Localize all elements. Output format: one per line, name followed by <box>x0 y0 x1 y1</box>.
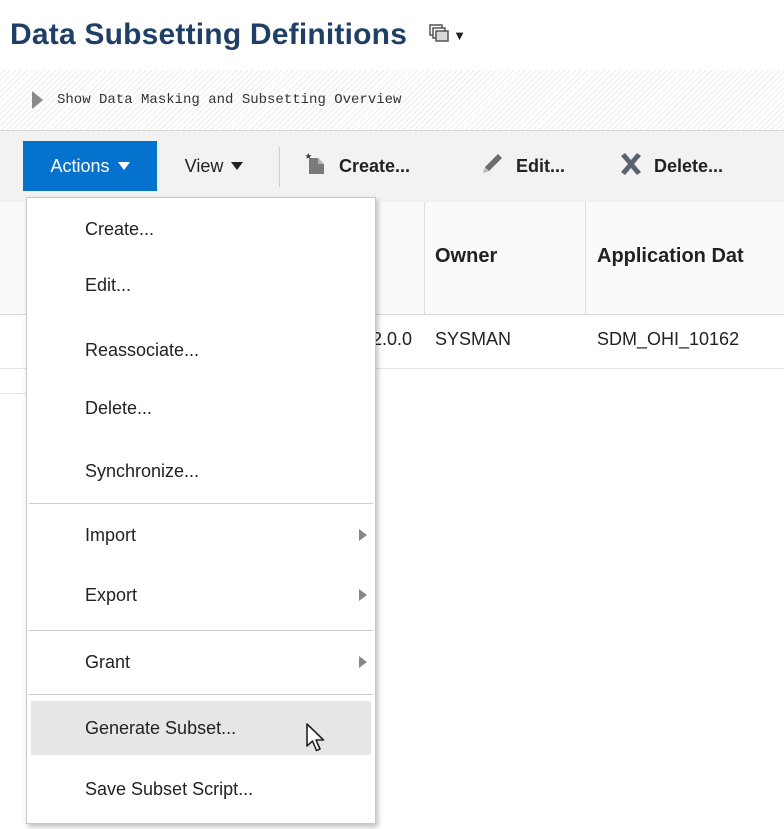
chevron-down-icon: ▼ <box>453 27 466 43</box>
actions-menu-button[interactable]: Actions <box>23 141 157 191</box>
column-divider <box>424 202 425 314</box>
submenu-arrow-icon <box>359 589 367 601</box>
page-header: Data Subsetting Definitions ▼ <box>10 10 466 60</box>
menu-item-create[interactable]: Create... <box>27 204 375 254</box>
create-icon <box>305 152 329 181</box>
owner-cell: SYSMAN <box>435 329 512 349</box>
menu-item-grant[interactable]: Grant <box>27 637 375 687</box>
delete-button[interactable]: Delete... <box>618 141 723 191</box>
menu-item-label: Reassociate... <box>85 339 200 360</box>
create-button[interactable]: Create... <box>305 141 410 191</box>
actions-label: Actions <box>50 155 110 176</box>
delete-x-icon <box>618 152 644 181</box>
column-header-owner[interactable]: Owner <box>435 245 497 268</box>
column-header-application-data[interactable]: Application Dat <box>597 245 744 268</box>
chevron-down-icon <box>231 162 244 170</box>
edit-label: Edit... <box>516 155 565 176</box>
menu-item-label: Edit... <box>85 274 132 295</box>
menu-item-label: Import <box>85 524 137 545</box>
view-options-icon <box>429 23 449 47</box>
toolbar-divider <box>279 147 280 187</box>
submenu-arrow-icon <box>359 656 367 668</box>
menu-item-delete[interactable]: Delete... <box>27 383 375 433</box>
mouse-pointer-icon <box>305 722 327 759</box>
page-title: Data Subsetting Definitions <box>10 18 408 51</box>
column-divider <box>585 202 586 314</box>
expand-triangle-icon <box>32 91 43 109</box>
delete-label: Delete... <box>654 155 724 176</box>
menu-item-reassociate[interactable]: Reassociate... <box>27 325 375 375</box>
version-cell: 2.0.0 <box>372 329 413 349</box>
create-label: Create... <box>339 155 411 176</box>
menu-item-label: Generate Subset... <box>85 717 237 738</box>
menu-item-label: Delete... <box>85 397 153 418</box>
view-label: View <box>184 155 224 176</box>
chevron-down-icon <box>117 162 130 170</box>
empty-rows <box>0 369 28 829</box>
view-options-menu[interactable]: ▼ <box>429 23 466 47</box>
menu-item-label: Export <box>85 584 138 605</box>
menu-divider <box>29 503 373 504</box>
menu-item-label: Synchronize... <box>85 460 200 481</box>
overview-link[interactable]: Show Data Masking and Subsetting Overvie… <box>57 92 401 108</box>
pencil-icon <box>480 152 506 181</box>
menu-item-label: Create... <box>85 218 155 239</box>
menu-item-import[interactable]: Import <box>27 510 375 560</box>
overview-disclosure[interactable]: Show Data Masking and Subsetting Overvie… <box>0 70 784 130</box>
menu-divider <box>29 694 373 695</box>
application-data-cell: SDM_OHI_10162 <box>597 329 740 349</box>
row-divider <box>0 393 28 394</box>
menu-item-export[interactable]: Export <box>27 570 375 620</box>
menu-item-synchronize[interactable]: Synchronize... <box>27 446 375 496</box>
view-menu-button[interactable]: View <box>168 141 260 191</box>
toolbar: Actions View Create... Edit... Delete... <box>0 130 784 204</box>
submenu-arrow-icon <box>359 529 367 541</box>
menu-item-label: Save Subset Script... <box>85 778 254 799</box>
menu-item-label: Grant <box>85 651 131 672</box>
menu-divider <box>29 630 373 631</box>
menu-item-save-subset-script[interactable]: Save Subset Script... <box>27 764 375 814</box>
edit-button[interactable]: Edit... <box>480 141 565 191</box>
menu-item-edit[interactable]: Edit... <box>27 260 375 310</box>
